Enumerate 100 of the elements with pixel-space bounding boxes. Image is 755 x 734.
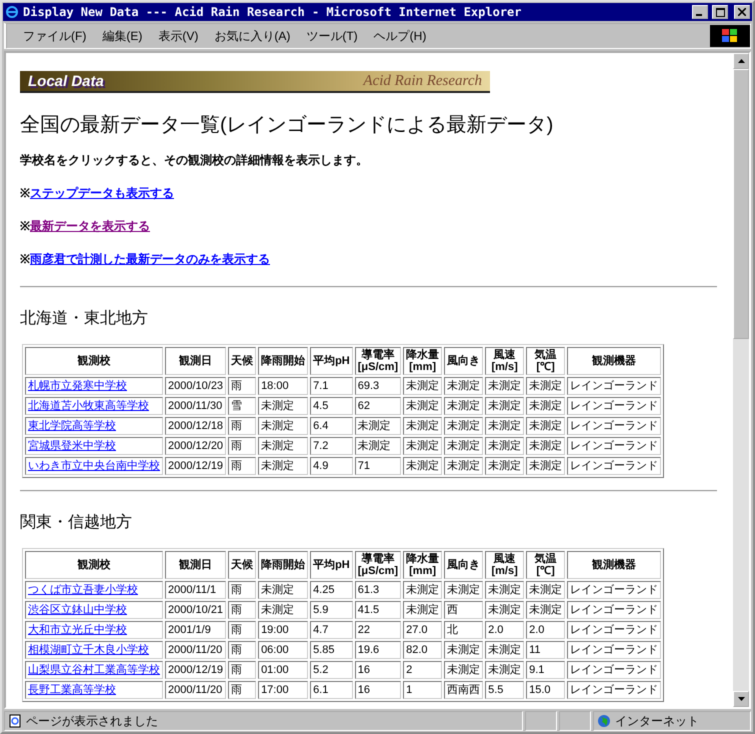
table-cell: 未測定 [485,661,524,679]
maximize-button[interactable] [712,5,728,19]
table-cell: 未測定 [403,397,442,415]
table-cell: 01:00 [258,661,308,679]
intro-text: 学校名をクリックすると、その観測校の詳細情報を表示します。 [20,154,369,167]
menu-item[interactable]: ファイル(F) [15,28,94,44]
menu-item[interactable]: 編集(E) [94,28,150,44]
link[interactable]: 最新データを表示する [30,220,150,233]
table-cell: 2.0 [526,621,566,639]
table-cell: 5.85 [310,641,353,659]
table-cell: 15.0 [526,681,566,699]
menu-item[interactable]: 表示(V) [150,28,206,44]
table-cell: 2000/11/20 [165,641,226,659]
scroll-up-button[interactable] [733,53,749,69]
menu-item[interactable]: ツール(T) [298,28,366,44]
status-pane [525,711,557,731]
table-cell: 西 [444,601,484,619]
table-cell: 71 [354,457,402,475]
windows-logo [710,25,750,47]
column-header: 導電率 [μS/cm] [354,551,402,579]
scroll-thumb[interactable] [733,69,749,339]
table-cell: 11 [526,641,566,659]
table-cell: 1 [403,681,442,699]
table-cell: 未測定 [485,417,524,435]
table-cell: 4.25 [310,581,353,599]
column-header: 観測日 [165,347,226,375]
scroll-down-button[interactable] [733,691,749,707]
table-cell: 雪 [228,397,256,415]
table-cell: 未測定 [485,601,524,619]
table-cell: 未測定 [444,661,484,679]
close-button[interactable] [734,5,750,19]
table-cell: 69.3 [354,377,402,395]
reference-mark: ※ [20,253,30,266]
column-header: 降水量 [mm] [403,551,442,579]
menu-item[interactable]: ヘルプ(H) [366,28,434,44]
table-cell: 雨 [228,621,256,639]
table-cell: 5.9 [310,601,353,619]
table-cell: 未測定 [444,457,484,475]
table-cell: 雨 [228,641,256,659]
table-cell: 7.1 [310,377,353,395]
table-cell: 未測定 [403,457,442,475]
table-cell: 未測定 [403,581,442,599]
table-cell: レインゴーランド [567,397,662,415]
table-cell: レインゴーランド [567,601,662,619]
table-cell: 未測定 [403,377,442,395]
link[interactable]: ステップデータも表示する [30,187,174,200]
table-cell: 18:00 [258,377,308,395]
table-cell: 未測定 [485,397,524,415]
column-header: 気温 [℃] [526,347,566,375]
table-cell: レインゴーランド [567,457,662,475]
table-cell: 未測定 [485,581,524,599]
table-cell: 北 [444,621,484,639]
table-cell: レインゴーランド [567,661,662,679]
section-heading: 北海道・東北地方 [20,310,149,328]
table-cell: 未測定 [444,417,484,435]
column-header: 観測日 [165,551,226,579]
column-header: 降雨開始 [258,551,308,579]
table-cell: レインゴーランド [567,417,662,435]
table-cell: 2000/10/21 [165,601,226,619]
window-title: Display New Data --- Acid Rain Research - Microsoft Internet Explorer [23,5,522,19]
table-cell: 未測定 [258,397,308,415]
table-cell: 雨 [228,601,256,619]
table-cell: 未測定 [444,377,484,395]
section-heading: 関東・信越地方 [20,514,133,532]
browser-icon [5,5,19,19]
status-pane [559,711,591,731]
table-cell: 41.5 [354,601,402,619]
link[interactable]: 雨彦君で計測した最新データのみを表示する [30,253,270,266]
table-cell: 2001/1/9 [165,621,226,639]
table-cell: 17:00 [258,681,308,699]
table-cell: 未測定 [444,397,484,415]
page-icon [8,714,22,728]
page-heading: 全国の最新データ一覧(レインゴーランドによる最新データ) [20,113,554,138]
reference-mark: ※ [20,187,30,200]
menu-item[interactable]: お気に入り(A) [206,28,298,44]
table-cell: レインゴーランド [567,681,662,699]
table-cell: 雨 [228,457,256,475]
down-arrow-icon [738,697,744,701]
table-cell: 未測定 [403,417,442,435]
minimize-button[interactable] [692,5,708,19]
table-cell: 2000/10/23 [165,377,226,395]
column-header: 観測校 [25,551,163,579]
table-cell: 未測定 [258,437,308,455]
table-cell: 9.1 [526,661,566,679]
security-zone: インターネット [615,712,699,730]
table-cell: 5.5 [485,681,524,699]
table-cell: 雨 [228,437,256,455]
table-cell: 雨 [228,377,256,395]
column-header: 平均pH [310,551,353,579]
table-cell: 16 [354,661,402,679]
table-cell: 未測定 [485,457,524,475]
table-cell: 未測定 [526,437,566,455]
table-cell: 未測定 [444,437,484,455]
table-cell: 未測定 [526,377,566,395]
table-cell: 2000/12/20 [165,437,226,455]
table-cell: 2 [403,661,442,679]
table-cell: 2.0 [485,621,524,639]
table-cell: 82.0 [403,641,442,659]
table-cell: 未測定 [403,437,442,455]
table-cell: 6.4 [310,417,353,435]
